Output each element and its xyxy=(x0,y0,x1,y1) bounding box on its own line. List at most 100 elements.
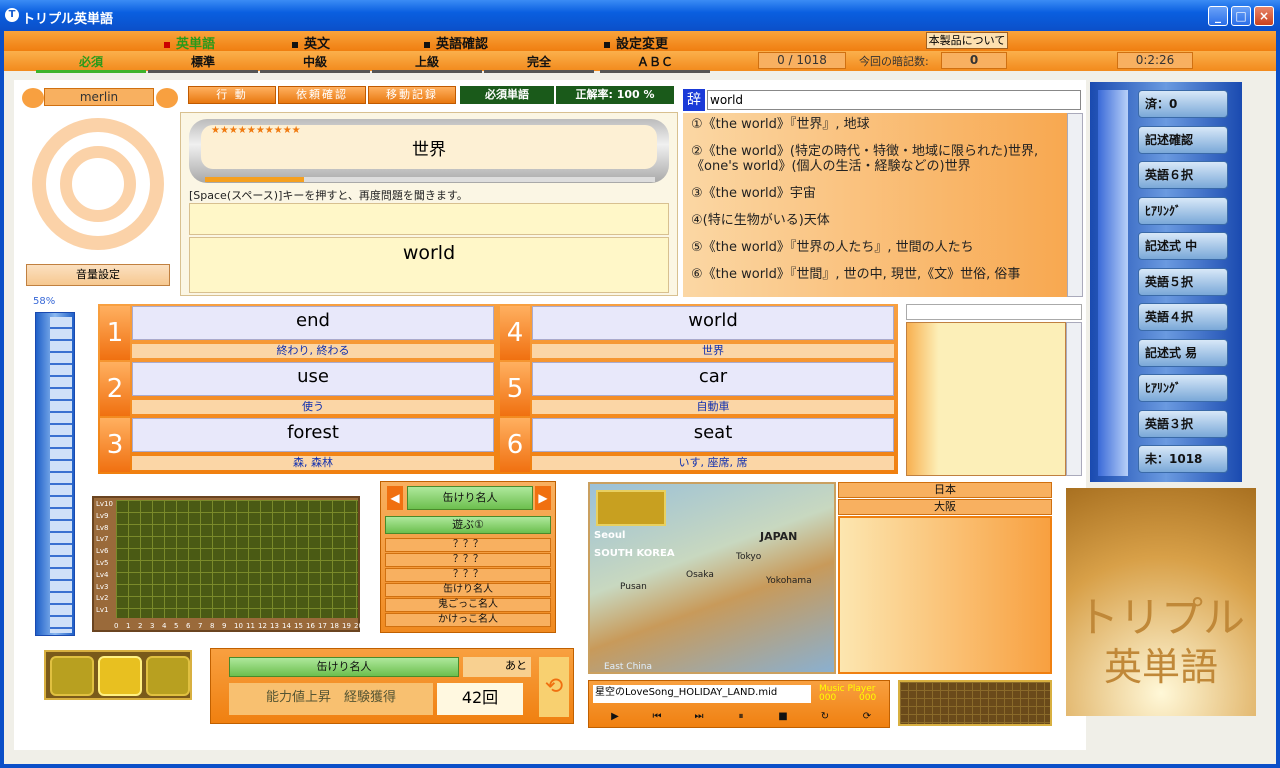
listen-mode-icon[interactable] xyxy=(146,656,190,696)
sidebar-mode-7[interactable]: 記述式 易 xyxy=(1138,338,1228,367)
chart-x-label: 12 xyxy=(258,622,267,630)
menu-english-check[interactable]: 英語確認 xyxy=(424,33,488,52)
game-item[interactable]: かけっこ名人 xyxy=(385,613,551,627)
chart-grid xyxy=(116,500,358,618)
action-button[interactable]: 行 動 xyxy=(188,86,276,104)
write-mode-icon[interactable] xyxy=(50,656,94,696)
hint-text: [Space(スペース)]キーを押すと、再度問題を聞きます。 xyxy=(189,189,468,202)
close-button[interactable]: × xyxy=(1254,6,1274,26)
chart-x-label: 20 xyxy=(354,622,363,630)
sidebar-mode-3[interactable]: ﾋｱﾘﾝｸﾞ xyxy=(1138,196,1228,225)
chart-y-label: Lv9 xyxy=(96,511,109,520)
choice-meaning: 使う xyxy=(132,400,494,414)
sidebar-mode-10[interactable]: 未：1018 xyxy=(1138,445,1228,473)
choice-word: forest xyxy=(132,418,494,452)
choice-option-1[interactable]: 1 end 終わり, 終わる xyxy=(100,306,496,360)
move-log-button[interactable]: 移動記録 xyxy=(368,86,456,104)
choice-option-3[interactable]: 3 forest 森, 森林 xyxy=(100,418,496,472)
previous-icon[interactable]: ⏮ xyxy=(639,709,675,725)
volume-gauge[interactable] xyxy=(35,312,75,636)
choice-option-2[interactable]: 2 use 使う xyxy=(100,362,496,416)
game-item[interactable]: 鬼ごっこ名人 xyxy=(385,598,551,612)
stop-icon[interactable]: ■ xyxy=(765,709,801,725)
game-item[interactable]: ？？？ xyxy=(385,538,551,552)
shuffle-icon[interactable]: ⟳ xyxy=(849,709,885,725)
dictionary-search-input[interactable]: world xyxy=(707,90,1081,110)
game-item[interactable]: ？？？ xyxy=(385,568,551,582)
game-next-icon[interactable]: ▶ xyxy=(535,486,551,510)
tab-complete[interactable]: 完全 xyxy=(484,53,594,73)
level-tabs: 必須 標準 中級 上級 完全 ＡＢＣ 0 / 1018 今回の暗記数: 0 0:… xyxy=(4,51,1276,73)
map-label: East China xyxy=(604,662,652,672)
choice-meaning: いす, 座席, 席 xyxy=(532,456,894,470)
mode-sidebar: 済：0 記述確認英語６択 ﾋｱﾘﾝｸﾞ 記述式 中英語５択英語４択記述式 易 ﾋｱﾘﾝｸ… xyxy=(1090,82,1242,482)
sidebar-mode-4[interactable]: 記述式 中 xyxy=(1138,232,1228,260)
chart-y-label: Lv6 xyxy=(96,547,109,556)
tab-required[interactable]: 必須 xyxy=(36,53,146,73)
sidebar-mode-1[interactable]: 記述確認 xyxy=(1138,125,1228,154)
chart-y-label: Lv10 xyxy=(96,500,113,508)
prev-user-icon[interactable] xyxy=(22,88,44,108)
sidebar-mode-2[interactable]: 英語６択 xyxy=(1138,161,1228,189)
chart-x-label: 13 xyxy=(270,622,279,630)
chart-y-label: Lv3 xyxy=(96,582,109,591)
timer: 0:2:26 xyxy=(1117,52,1193,69)
menu-settings[interactable]: 設定変更 xyxy=(604,33,668,52)
next-icon[interactable]: ⏭ xyxy=(681,709,717,725)
maximize-button[interactable]: □ xyxy=(1231,6,1251,26)
sidebar-mode-6[interactable]: 英語４択 xyxy=(1138,303,1228,331)
game-item[interactable]: ？？？ xyxy=(385,553,551,567)
progress-track xyxy=(205,177,655,182)
play-icon[interactable]: ▶ xyxy=(597,709,633,725)
accuracy-label: 正解率: 100 % xyxy=(556,86,674,104)
about-button[interactable]: 本製品について xyxy=(926,32,1008,49)
tab-intermediate[interactable]: 中級 xyxy=(260,53,370,73)
refresh-icon[interactable]: ⟲ xyxy=(539,657,569,717)
tab-advanced[interactable]: 上級 xyxy=(372,53,482,73)
repeat-icon[interactable]: ↻ xyxy=(807,709,843,725)
choice-word: world xyxy=(532,306,894,340)
next-user-icon[interactable] xyxy=(156,88,178,108)
pause-icon[interactable]: ⏸ xyxy=(723,709,759,725)
map-label: JAPAN xyxy=(760,530,798,543)
game-item[interactable]: 缶けり名人 xyxy=(385,583,551,597)
mode-icons xyxy=(44,650,192,700)
chart-x-label: 1 xyxy=(126,622,131,630)
tab-abc[interactable]: ＡＢＣ xyxy=(600,53,710,73)
tab-standard[interactable]: 標準 xyxy=(148,53,258,73)
dictionary-scrollbar[interactable] xyxy=(1067,113,1083,297)
sidebar-mode-5[interactable]: 英語５択 xyxy=(1138,267,1228,296)
title-bar: T トリプル英単語 _ □ × xyxy=(0,0,1280,31)
sidebar-mode-0[interactable]: 済：0 xyxy=(1138,90,1228,118)
memo-area[interactable] xyxy=(906,322,1066,476)
reward-text: 能力値上昇 経験獲得 xyxy=(229,683,433,715)
map-label: Pusan xyxy=(620,582,647,592)
input-area[interactable] xyxy=(189,203,669,235)
chart-y-label: Lv4 xyxy=(96,570,109,579)
menu-english-sentences[interactable]: 英文 xyxy=(292,33,330,52)
chart-x-label: 0 xyxy=(114,622,119,630)
sidebar-mode-9[interactable]: 英語３択 xyxy=(1138,409,1228,438)
play-button[interactable]: 遊ぶ① xyxy=(385,516,551,534)
chart-x-label: 18 xyxy=(330,622,339,630)
volume-button[interactable]: 音量設定 xyxy=(26,264,170,286)
chart-x-label: 5 xyxy=(174,622,179,630)
user-name: merlin xyxy=(44,88,154,106)
minimize-button[interactable]: _ xyxy=(1208,6,1228,26)
map-info-area xyxy=(838,516,1052,674)
prompt-word: 世界 xyxy=(412,140,446,160)
view-mode-icon[interactable] xyxy=(98,656,142,696)
choice-option-5[interactable]: 5 car 自動車 xyxy=(500,362,896,416)
choice-option-6[interactable]: 6 seat いす, 座席, 席 xyxy=(500,418,896,472)
sidebar-mode-8[interactable]: ﾋｱﾘﾝｸﾞ xyxy=(1138,374,1228,402)
choice-option-4[interactable]: 4 world 世界 xyxy=(500,306,896,360)
choice-number: 2 xyxy=(100,362,130,416)
map-mode-icon[interactable] xyxy=(596,490,666,526)
menu-english-words[interactable]: 英単語 xyxy=(164,33,215,52)
memo-scrollbar[interactable] xyxy=(1066,322,1082,476)
memorized-label: 今回の暗記数: xyxy=(859,55,929,68)
dictionary-badge: 辞 xyxy=(683,89,705,111)
user-panel: merlin 音量設定 xyxy=(20,86,180,292)
game-prev-icon[interactable]: ◀ xyxy=(387,486,403,510)
request-check-button[interactable]: 依頼確認 xyxy=(278,86,366,104)
